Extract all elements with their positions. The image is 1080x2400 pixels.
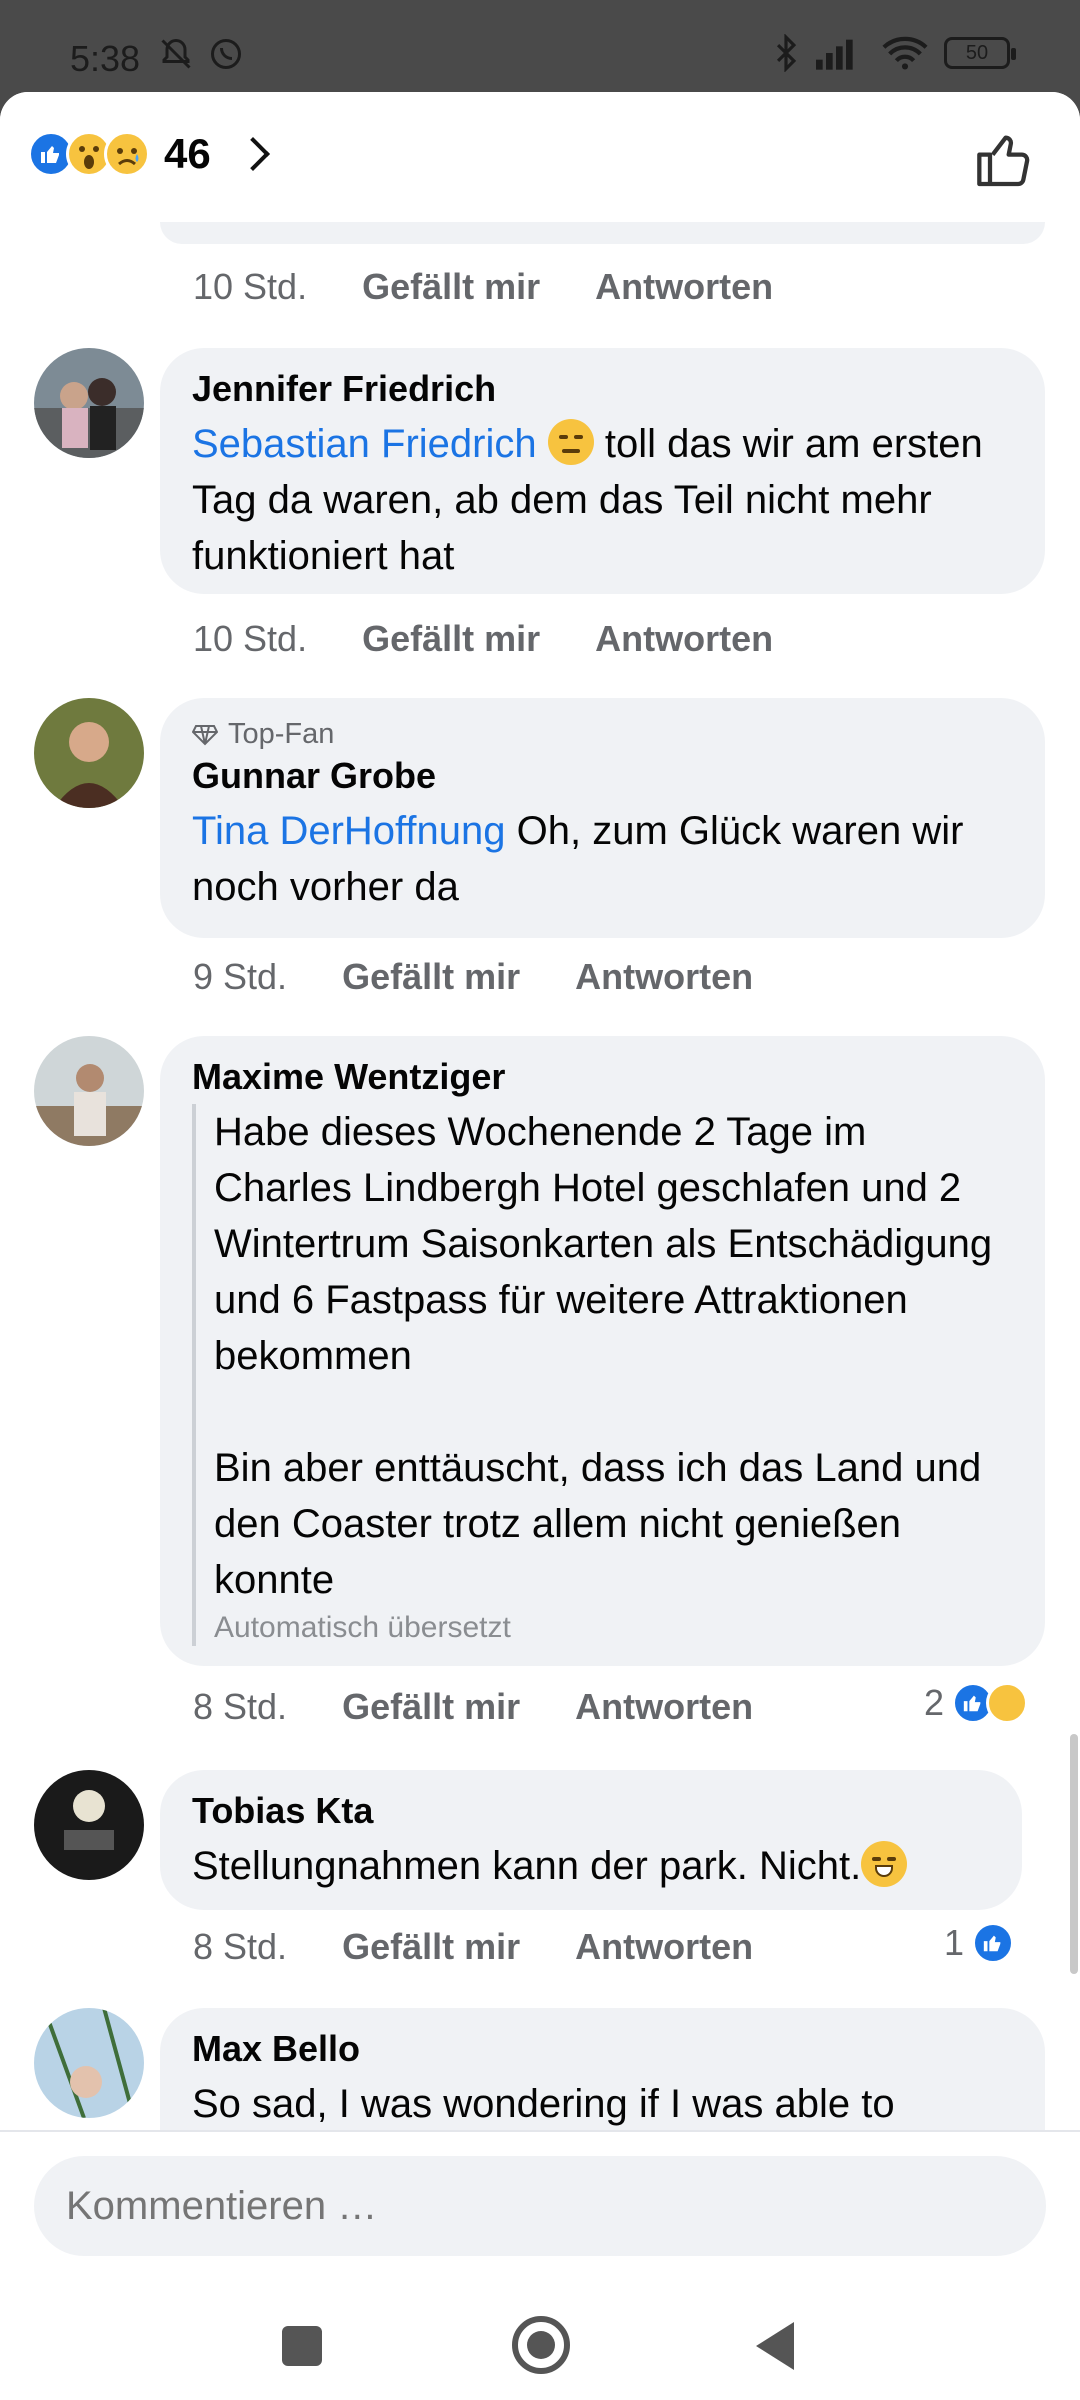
comment-bubble: Maxime Wentziger Habe dieses Wochenende …	[160, 1036, 1045, 1666]
comment-time: 10 Std.	[193, 618, 308, 659]
reply-link[interactable]: Antworten	[595, 266, 773, 308]
home-button[interactable]	[512, 2316, 570, 2374]
comment-author[interactable]: Jennifer Friedrich	[192, 368, 1013, 410]
back-button[interactable]	[756, 2322, 794, 2370]
sweat-smile-emoji-icon	[861, 1841, 908, 1887]
auto-translated-label[interactable]: Automatisch übersetzt	[214, 1610, 1013, 1646]
top-fan-badge: Top-Fan	[192, 718, 1013, 751]
comment-text: So sad, I was wondering if I was able to	[192, 2082, 895, 2126]
comments-sheet: 46 10 Std. Gefällt mir Antworten Jennife…	[0, 92, 1080, 2400]
comment-reactions[interactable]: 1	[944, 1922, 1015, 1964]
comment-text: Tina DerHoffnung Oh, zum Glück waren wir…	[192, 803, 1013, 915]
reaction-count: 1	[944, 1922, 965, 1963]
comment-bubble: Jennifer Friedrich Sebastian Friedrich t…	[160, 348, 1045, 594]
mute-bell-icon	[161, 38, 191, 69]
comment-actions: 10 Std. Gefällt mir Antworten	[193, 618, 828, 660]
status-bar: 5:38 50	[0, 0, 1080, 92]
reply-link[interactable]: Antworten	[595, 618, 773, 660]
system-nav-bar	[0, 2282, 1080, 2400]
comment-author[interactable]: Tobias Kta	[192, 1790, 990, 1832]
like-link[interactable]: Gefällt mir	[342, 956, 520, 998]
like-link[interactable]: Gefällt mir	[362, 266, 540, 308]
sheet-header: 46	[0, 92, 1080, 222]
comment-text: Habe dieses Wochenende 2 Tage im Charles…	[214, 1110, 993, 1378]
comments-list: 10 Std. Gefällt mir Antworten Jennifer F…	[0, 222, 1080, 2220]
status-time: 5:38	[70, 38, 141, 79]
chevron-right-icon	[235, 137, 270, 171]
comment-body: Stellungnahmen kann der park. Nicht.	[192, 1844, 862, 1888]
comment-actions: 9 Std. Gefällt mir Antworten	[193, 956, 808, 998]
comment-actions: 8 Std. Gefällt mir Antworten	[193, 1686, 808, 1728]
like-link[interactable]: Gefällt mir	[362, 618, 540, 660]
comment-time: 8 Std.	[193, 1926, 288, 1967]
avatar[interactable]	[34, 1770, 144, 1880]
mention-link[interactable]: Sebastian Friedrich	[192, 422, 537, 466]
translated-block: Habe dieses Wochenende 2 Tage im Charles…	[192, 1104, 1013, 1646]
recents-button[interactable]	[282, 2326, 322, 2366]
comment-actions: 10 Std. Gefällt mir Antworten	[193, 266, 828, 308]
avatar[interactable]	[34, 348, 144, 458]
signal-icon	[816, 39, 853, 70]
comment-author[interactable]: Max Bello	[192, 2028, 1013, 2070]
reaction-count: 46	[164, 130, 211, 177]
like-link[interactable]: Gefällt mir	[342, 1686, 520, 1728]
bluetooth-icon	[776, 34, 797, 72]
reactions-summary[interactable]: 46	[28, 130, 270, 178]
comment-input[interactable]	[34, 2156, 1046, 2256]
expressionless-emoji-icon	[547, 419, 594, 465]
whatsapp-icon	[211, 39, 241, 69]
comment-text: Bin aber enttäuscht, dass ich das Land u…	[214, 1446, 982, 1602]
previous-comment-bubble	[160, 222, 1045, 244]
battery-indicator: 50	[944, 37, 1016, 69]
status-icons-left	[158, 36, 244, 72]
like-link[interactable]: Gefällt mir	[342, 1926, 520, 1968]
comment-composer	[0, 2130, 1080, 2280]
scrollbar[interactable]	[1070, 1734, 1078, 1974]
comment-time: 8 Std.	[193, 1686, 288, 1727]
avatar[interactable]	[34, 2008, 144, 2118]
comment-bubble: Tobias Kta Stellungnahmen kann der park.…	[160, 1770, 1022, 1910]
comment-bubble: Top-Fan Gunnar Grobe Tina DerHoffnung Oh…	[160, 698, 1045, 938]
reaction-count: 2	[924, 1682, 945, 1723]
comment-actions: 8 Std. Gefällt mir Antworten	[193, 1926, 808, 1968]
like-reaction-icon	[972, 1922, 1015, 1964]
comment-reactions[interactable]: 2	[924, 1682, 1029, 1724]
comment-time: 9 Std.	[193, 956, 288, 997]
mention-link[interactable]: Tina DerHoffnung	[192, 809, 506, 853]
like-button-icon[interactable]	[974, 128, 1038, 192]
sad-reaction-icon	[104, 131, 150, 177]
reply-link[interactable]: Antworten	[575, 1926, 753, 1968]
comment-author[interactable]: Gunnar Grobe	[192, 755, 1013, 797]
comment-time: 10 Std.	[193, 266, 308, 307]
status-icons-right: 50	[772, 34, 1016, 72]
comment-author[interactable]: Maxime Wentziger	[192, 1056, 1013, 1098]
avatar[interactable]	[34, 1036, 144, 1146]
top-fan-label: Top-Fan	[228, 718, 335, 750]
sad-reaction-icon	[986, 1682, 1029, 1724]
wifi-icon	[882, 36, 928, 70]
reply-link[interactable]: Antworten	[575, 956, 753, 998]
diamond-icon	[192, 724, 218, 745]
avatar[interactable]	[34, 698, 144, 808]
comment-text: Sebastian Friedrich toll das wir am erst…	[192, 416, 1013, 584]
reply-link[interactable]: Antworten	[575, 1686, 753, 1728]
comment-text: Stellungnahmen kann der park. Nicht.	[192, 1838, 990, 1894]
